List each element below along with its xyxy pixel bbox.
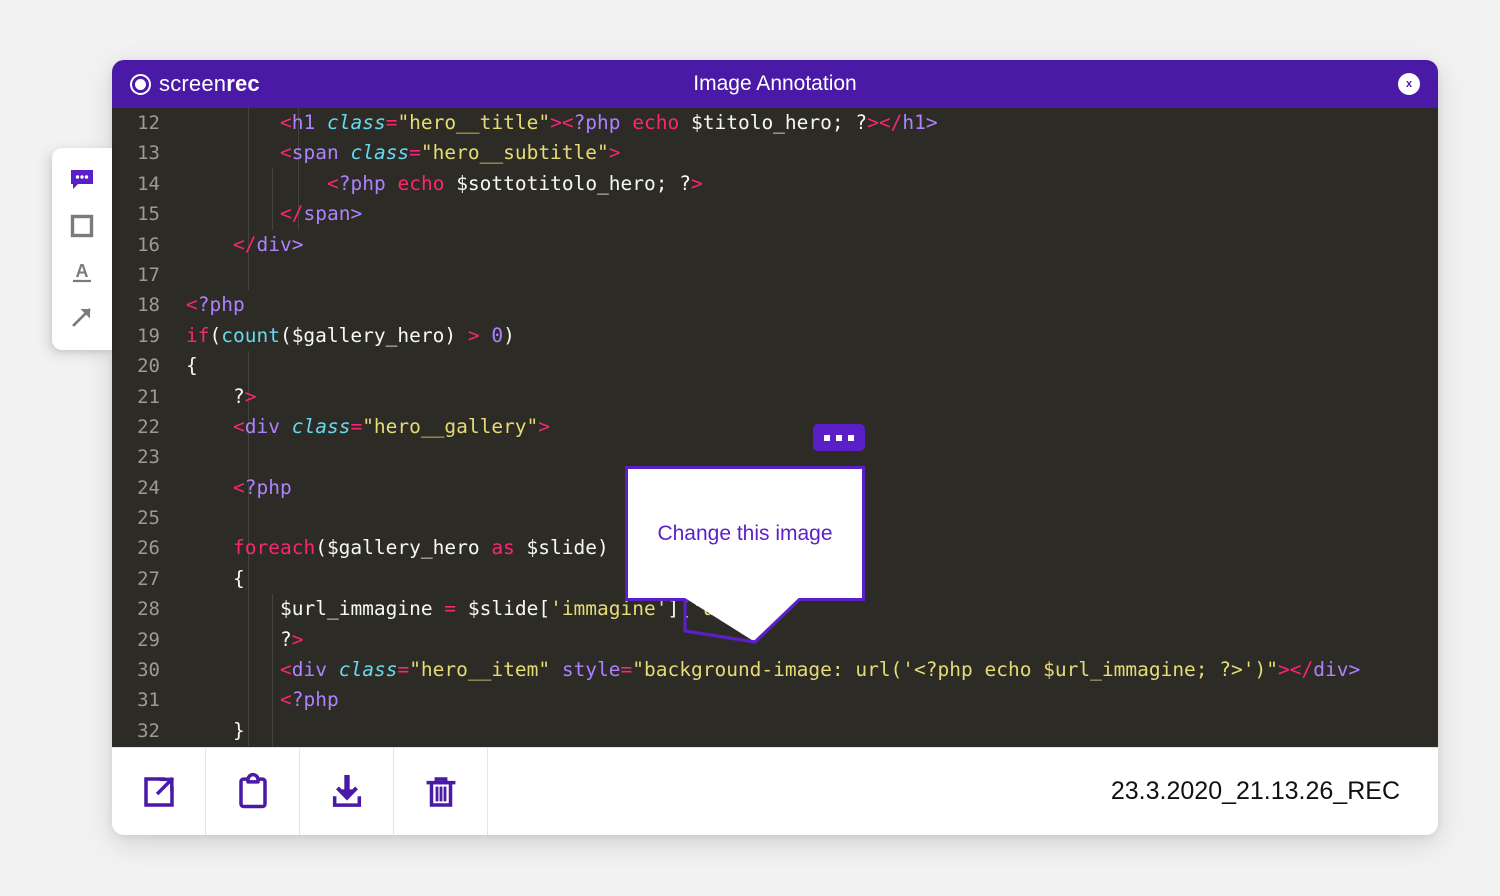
code-text: ?> (233, 384, 257, 408)
ellipsis-dot (836, 434, 842, 441)
code-line: 21 ?> (112, 382, 1438, 412)
code-text: </span> (280, 202, 363, 226)
share-button[interactable] (112, 748, 206, 835)
brand-name: screenrec (159, 71, 260, 97)
download-icon (332, 774, 361, 807)
callout-menu-button[interactable] (813, 424, 865, 451)
callout-text: Change this image (657, 521, 833, 545)
record-circle-icon (130, 73, 151, 95)
line-number: 29 (137, 628, 160, 651)
brand-logo-group: screenrec (130, 71, 260, 97)
line-number: 16 (137, 233, 160, 256)
callout-box[interactable]: Change this image (625, 466, 865, 601)
line-number: 14 (137, 172, 160, 195)
line-number: 13 (137, 142, 160, 165)
line-number: 30 (137, 659, 160, 682)
annotation-callout[interactable]: Change this image (625, 424, 865, 644)
action-toolbar: 23.3.2020_21.13.26_REC (112, 747, 1438, 835)
text-a-icon: A (73, 261, 91, 282)
code-line: 31 <?php (112, 685, 1438, 715)
code-text: <div class="hero__item" style="backgroun… (280, 658, 1361, 682)
trash-icon (426, 776, 455, 807)
code-text: { (186, 354, 198, 378)
code-line: 15 </span> (112, 199, 1438, 229)
line-number: 20 (137, 355, 160, 378)
line-number: 23 (137, 446, 160, 469)
line-number: 19 (137, 324, 160, 347)
share-external-link-icon (143, 776, 174, 807)
delete-button[interactable] (394, 748, 488, 835)
ellipsis-dot (824, 434, 830, 441)
file-name-label: 23.3.2020_21.13.26_REC (1110, 777, 1400, 805)
line-number: 21 (137, 385, 160, 408)
speech-bubble-icon (71, 169, 93, 189)
annotation-tool-palette: A (52, 148, 112, 350)
brand-name-bold: rec (226, 71, 260, 96)
code-text: <?php (280, 688, 339, 712)
code-text: <?php (186, 293, 245, 317)
svg-text:A: A (76, 261, 89, 281)
text-tool[interactable]: A (65, 255, 99, 289)
line-number: 12 (137, 112, 160, 134)
code-text: <h1 class="hero__title"><?php echo $tito… (280, 111, 938, 134)
line-number: 15 (137, 203, 160, 226)
screenrec-annotation-window: screenrec Image Annotation x 12 <h1 clas… (112, 60, 1438, 835)
line-number: 17 (137, 263, 160, 286)
line-number: 31 (137, 689, 160, 712)
window-title-bar: screenrec Image Annotation x (112, 60, 1438, 108)
code-line: 18 <?php (112, 290, 1438, 320)
code-line: 30 <div class="hero__item" style="backgr… (112, 655, 1438, 685)
code-line: 16 </div> (112, 230, 1438, 260)
code-text: <?php echo $sottotitolo_hero; ?> (327, 171, 703, 195)
copy-to-clipboard-button[interactable] (206, 748, 300, 835)
line-number: 32 (137, 719, 160, 742)
line-number: 25 (137, 507, 160, 530)
code-text: } (233, 718, 245, 742)
code-text: if(count($gallery_hero) > 0) (186, 323, 515, 347)
code-text: </div> (233, 232, 304, 256)
code-line: 12 <h1 class="hero__title"><?php echo $t… (112, 108, 1438, 138)
code-line: 13 <span class="hero__subtitle"> (112, 138, 1438, 168)
download-button[interactable] (300, 748, 394, 835)
clipboard-icon (238, 772, 267, 808)
ellipsis-dot (848, 434, 854, 441)
square-icon (70, 215, 94, 238)
code-line: 32 } (112, 716, 1438, 746)
code-text: ?> (280, 627, 304, 651)
line-number: 27 (137, 567, 160, 590)
code-line: 22 <div class="hero__gallery"> (112, 412, 1438, 442)
line-number: 28 (137, 598, 160, 621)
line-number: 24 (137, 476, 160, 499)
code-line: 19 if(count($gallery_hero) > 0) (112, 321, 1438, 351)
code-text: <span class="hero__subtitle"> (280, 141, 621, 165)
arrow-tool[interactable] (65, 300, 99, 334)
rectangle-tool[interactable] (65, 209, 99, 243)
speech-bubble-tool[interactable] (65, 164, 99, 198)
code-line: 14 <?php echo $sottotitolo_hero; ?> (112, 169, 1438, 199)
arrow-up-right-icon (72, 308, 91, 328)
page-title: Image Annotation (693, 72, 857, 95)
brand-name-light: screen (159, 71, 227, 96)
annotation-canvas[interactable]: 12 <h1 class="hero__title"><?php echo $t… (112, 108, 1438, 747)
line-number: 22 (137, 415, 160, 438)
code-line: 20 { (112, 351, 1438, 381)
close-icon[interactable]: x (1398, 73, 1420, 95)
code-line: 17 (112, 260, 1438, 290)
code-text: <div class="hero__gallery"> (233, 414, 551, 438)
code-screenshot: 12 <h1 class="hero__title"><?php echo $t… (112, 108, 1438, 747)
line-number: 18 (137, 294, 160, 317)
line-number: 26 (137, 537, 160, 560)
callout-tail (683, 598, 803, 644)
